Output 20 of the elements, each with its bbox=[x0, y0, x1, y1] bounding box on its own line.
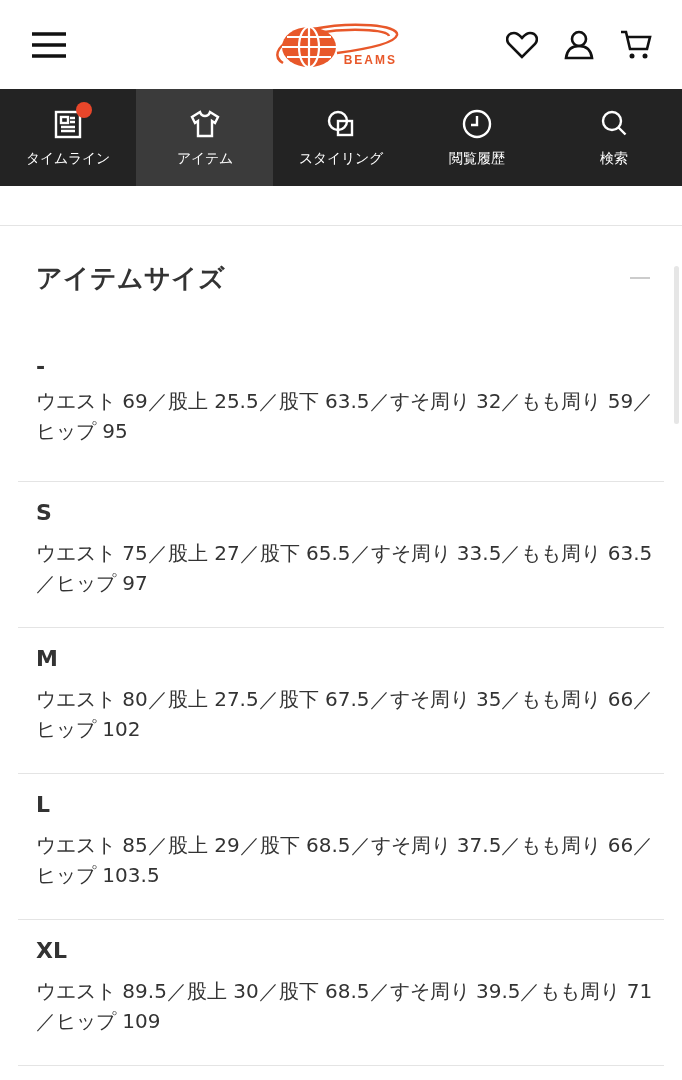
cart-icon[interactable] bbox=[620, 29, 652, 60]
size-name: M bbox=[36, 645, 59, 673]
globe-logo-icon[interactable] bbox=[273, 22, 399, 67]
clock-icon bbox=[461, 107, 494, 140]
person-icon[interactable] bbox=[564, 29, 594, 60]
size-name: S bbox=[36, 499, 53, 527]
heart-icon[interactable] bbox=[506, 30, 538, 59]
size-measurements: ウエスト 75／股上 27／股下 65.5／すそ周り 33.5／もも周り 63.5／ヒップ 97 bbox=[36, 540, 654, 597]
menu-icon[interactable] bbox=[32, 31, 66, 58]
size-measurements: ウエスト 89.5／股上 30／股下 68.5／すそ周り 39.5／もも周り 71／ヒップ 109 bbox=[36, 978, 654, 1035]
tshirt-icon bbox=[188, 107, 221, 140]
size-measurements: ウエスト 85／股上 29／股下 68.5／すそ周り 37.5／もも周り 66／ヒップ 103.5 bbox=[36, 832, 655, 889]
size-measurements: ウエスト 80／股上 27.5／股下 67.5／すそ周り 35／もも周り 66／ヒップ 102 bbox=[36, 686, 655, 743]
brand-wordmark: BEAMS bbox=[343, 52, 397, 67]
size-name: XL bbox=[36, 937, 68, 965]
nav-tab[interactable]: アイテム bbox=[136, 89, 273, 186]
size-name: L bbox=[36, 791, 52, 819]
section-title: アイテムサイズ bbox=[36, 261, 225, 295]
size-measurements: ウエスト 69／股上 25.5／股下 63.5／すそ周り 32／もも周り 59／ヒップ 95 bbox=[36, 388, 655, 445]
size-name: - bbox=[36, 353, 47, 381]
